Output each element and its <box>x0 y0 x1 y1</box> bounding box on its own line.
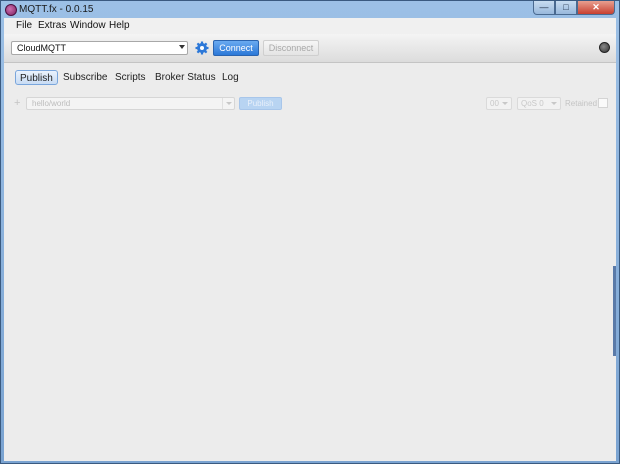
qos-select[interactable]: 00 <box>486 97 512 110</box>
menu-bar: File Extras Window Help <box>4 18 616 34</box>
gear-icon[interactable] <box>195 41 209 55</box>
tab-subscribe[interactable]: Subscribe <box>63 70 107 85</box>
tab-broker-status[interactable]: Broker Status <box>155 70 216 85</box>
topic-dropdown[interactable] <box>222 98 234 109</box>
chevron-down-icon <box>179 45 185 49</box>
add-icon[interactable]: + <box>14 97 20 109</box>
menu-file[interactable]: File <box>16 20 32 31</box>
qos-value: 00 <box>490 99 499 108</box>
menu-window[interactable]: Window <box>70 20 106 31</box>
topic-value: hello/world <box>32 99 71 108</box>
connection-toolbar: CloudMQTT Connect Disconnect <box>4 34 616 63</box>
chevron-down-icon <box>502 102 508 105</box>
tab-scripts[interactable]: Scripts <box>115 70 146 85</box>
tab-bar: Publish Subscribe Scripts Broker Status … <box>4 68 616 88</box>
menu-extras[interactable]: Extras <box>38 20 66 31</box>
retained-label: Retained <box>565 99 598 108</box>
tab-log[interactable]: Log <box>222 70 239 85</box>
qos-level-select[interactable]: QoS 0 <box>517 97 561 110</box>
topic-input[interactable]: hello/world <box>26 97 235 110</box>
window-title: MQTT.fx - 0.0.15 <box>19 4 94 15</box>
connect-button[interactable]: Connect <box>213 40 259 56</box>
window-controls: — □ ✕ <box>533 1 615 16</box>
maximize-button[interactable]: □ <box>555 1 577 15</box>
publish-button[interactable]: Publish <box>239 97 282 110</box>
app-logo-icon <box>5 4 17 16</box>
publish-row: + hello/world Publish 00 QoS 0 Retained <box>4 96 616 112</box>
client-area: File Extras Window Help CloudMQTT Connec <box>4 18 616 461</box>
chevron-down-icon <box>226 102 232 105</box>
disconnect-button[interactable]: Disconnect <box>263 40 319 56</box>
close-button[interactable]: ✕ <box>577 1 615 15</box>
qos-level-value: QoS 0 <box>521 99 544 108</box>
title-bar[interactable]: MQTT.fx - 0.0.15 — □ ✕ <box>1 1 619 18</box>
menu-help[interactable]: Help <box>109 20 130 31</box>
chevron-down-icon <box>551 102 557 105</box>
app-window: MQTT.fx - 0.0.15 — □ ✕ File Extras Windo… <box>0 0 620 464</box>
connection-profile-select[interactable]: CloudMQTT <box>11 41 188 55</box>
retained-checkbox[interactable] <box>598 98 608 108</box>
scrollbar[interactable] <box>613 266 616 356</box>
tab-publish[interactable]: Publish <box>15 70 58 85</box>
connection-profile-value: CloudMQTT <box>17 43 67 53</box>
minimize-button[interactable]: — <box>533 1 555 15</box>
connection-status-indicator <box>599 42 610 53</box>
